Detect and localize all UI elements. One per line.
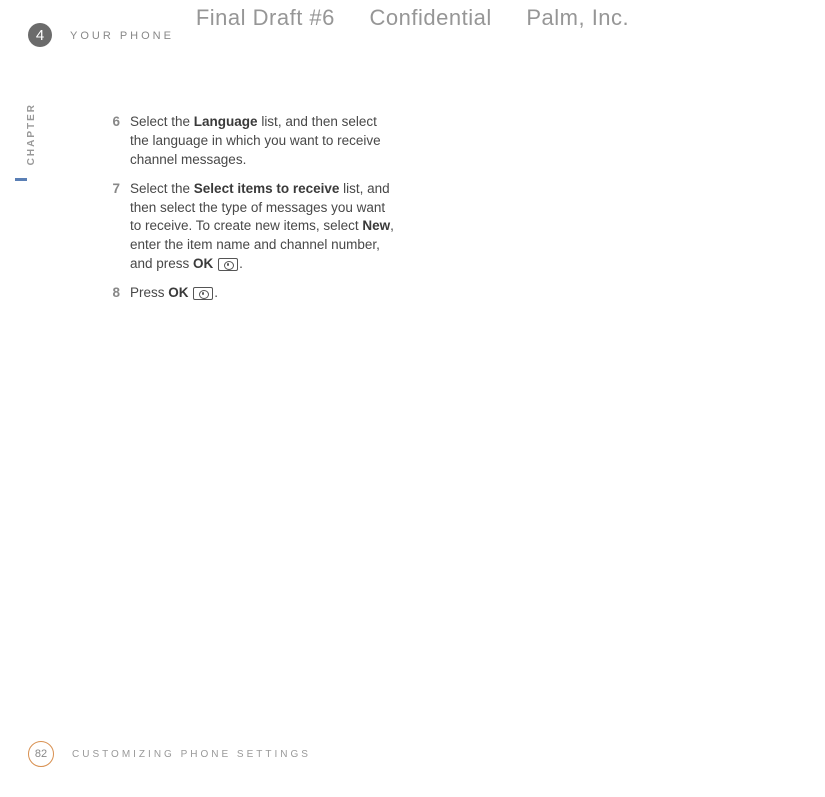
instruction-steps: 6Select the Language list, and then sele…	[106, 113, 396, 313]
watermark-header: Final Draft #6 Confidential Palm, Inc.	[0, 5, 825, 31]
step-text: Select the Select items to receive list,…	[130, 180, 396, 274]
margin-tick	[15, 178, 27, 181]
step-text: Select the Language list, and then selec…	[130, 113, 396, 170]
bold-term: OK	[193, 256, 213, 271]
bold-term: Select items to receive	[194, 181, 340, 196]
step-text: Press OK .	[130, 284, 396, 303]
watermark-company: Palm, Inc.	[526, 5, 629, 30]
step-number: 8	[106, 284, 130, 303]
ok-button-icon	[218, 258, 238, 271]
step-number: 7	[106, 180, 130, 274]
watermark-confidential: Confidential	[370, 5, 492, 30]
bold-term: OK	[168, 285, 188, 300]
page-footer: 82 CUSTOMIZING PHONE SETTINGS	[28, 741, 311, 767]
page-number-badge: 82	[28, 741, 54, 767]
bold-term: New	[362, 218, 390, 233]
step-item: 7Select the Select items to receive list…	[106, 180, 396, 274]
step-number: 6	[106, 113, 130, 170]
ok-button-icon	[193, 287, 213, 300]
footer-section-title: CUSTOMIZING PHONE SETTINGS	[72, 749, 311, 760]
bold-term: Language	[194, 114, 258, 129]
chapter-number-badge: 4	[28, 23, 52, 47]
header-section-title: YOUR PHONE	[70, 30, 174, 42]
step-item: 6Select the Language list, and then sele…	[106, 113, 396, 170]
chapter-vertical-label: CHAPTER	[26, 103, 37, 165]
step-item: 8Press OK .	[106, 284, 396, 303]
watermark-draft: Final Draft #6	[196, 5, 335, 30]
